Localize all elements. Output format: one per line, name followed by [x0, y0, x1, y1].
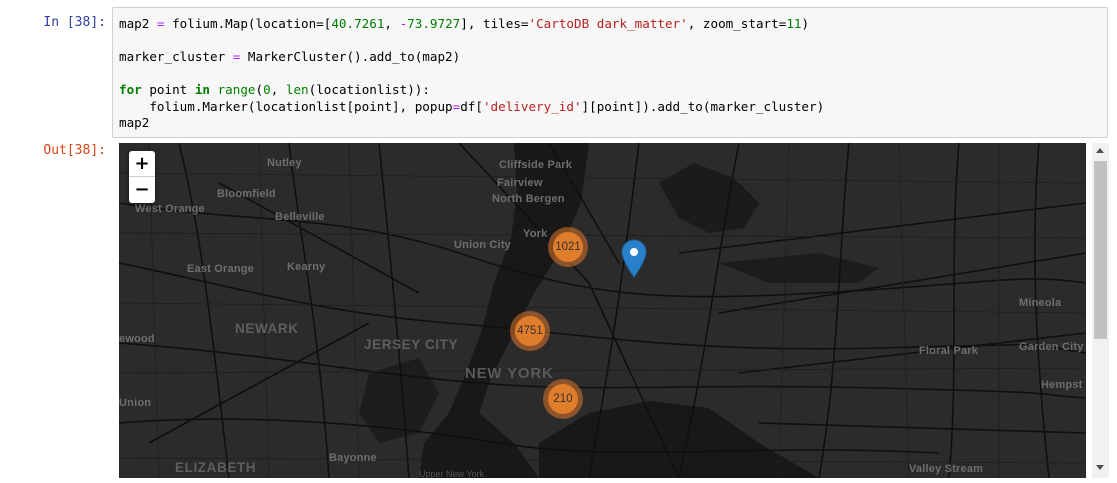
marker-cluster[interactable]: 1021: [548, 227, 588, 267]
label-ewood: ewood: [119, 333, 155, 345]
map-attribution: Upper New York: [419, 469, 485, 478]
scroll-up-arrow-icon[interactable]: [1096, 148, 1104, 153]
output-prompt: Out[38]:: [43, 143, 106, 158]
scroll-thumb[interactable]: [1094, 161, 1107, 339]
marker-cluster[interactable]: 210: [543, 379, 583, 419]
label-newark: NEWARK: [235, 321, 299, 336]
zoom-in-button[interactable]: +: [129, 151, 155, 177]
label-mineola: Mineola: [1019, 297, 1062, 309]
cluster-count: 210: [548, 384, 578, 414]
label-hempst: Hempst: [1041, 379, 1083, 391]
label-kearny: Kearny: [287, 261, 326, 273]
cluster-count: 4751: [515, 316, 545, 346]
map-marker-pin-icon[interactable]: [621, 239, 647, 279]
code-cell[interactable]: map2 = folium.Map(location=[40.7261, -73…: [112, 7, 1108, 138]
label-fairview: Fairview: [497, 177, 543, 189]
zoom-control: + −: [129, 151, 155, 203]
output-scrollbar[interactable]: [1092, 143, 1109, 478]
scroll-down-arrow-icon[interactable]: [1096, 465, 1104, 470]
label-belleville: Belleville: [275, 211, 325, 223]
map-canvas[interactable]: Nutley Cliffside Park Bloomfield Fairvie…: [119, 143, 1086, 478]
label-north-bergen: North Bergen: [492, 193, 565, 205]
label-elizabeth: ELIZABETH: [175, 460, 257, 475]
label-west-orange: West Orange: [135, 203, 205, 215]
cluster-count: 1021: [553, 232, 583, 262]
marker-cluster[interactable]: 4751: [510, 311, 550, 351]
label-garden-city: Garden City: [1019, 341, 1084, 353]
label-bloomfield: Bloomfield: [217, 188, 276, 200]
label-floral-park: Floral Park: [919, 345, 979, 357]
label-new-york: NEW YORK: [465, 365, 554, 382]
code-editor[interactable]: map2 = folium.Map(location=[40.7261, -73…: [119, 16, 824, 132]
label-valley-stream: Valley Stream: [909, 463, 984, 475]
label-union-city: Union City: [454, 239, 511, 251]
label-bayonne: Bayonne: [329, 452, 377, 464]
zoom-out-button[interactable]: −: [129, 177, 155, 203]
label-union: Union: [119, 397, 152, 409]
label-cliffside-park: Cliffside Park: [499, 159, 573, 171]
label-nutley: Nutley: [267, 157, 302, 169]
label-york: York: [523, 228, 548, 240]
input-prompt: In [38]:: [43, 15, 106, 30]
label-jersey-city: JERSEY CITY: [364, 337, 459, 352]
label-east-orange: East Orange: [187, 263, 255, 275]
